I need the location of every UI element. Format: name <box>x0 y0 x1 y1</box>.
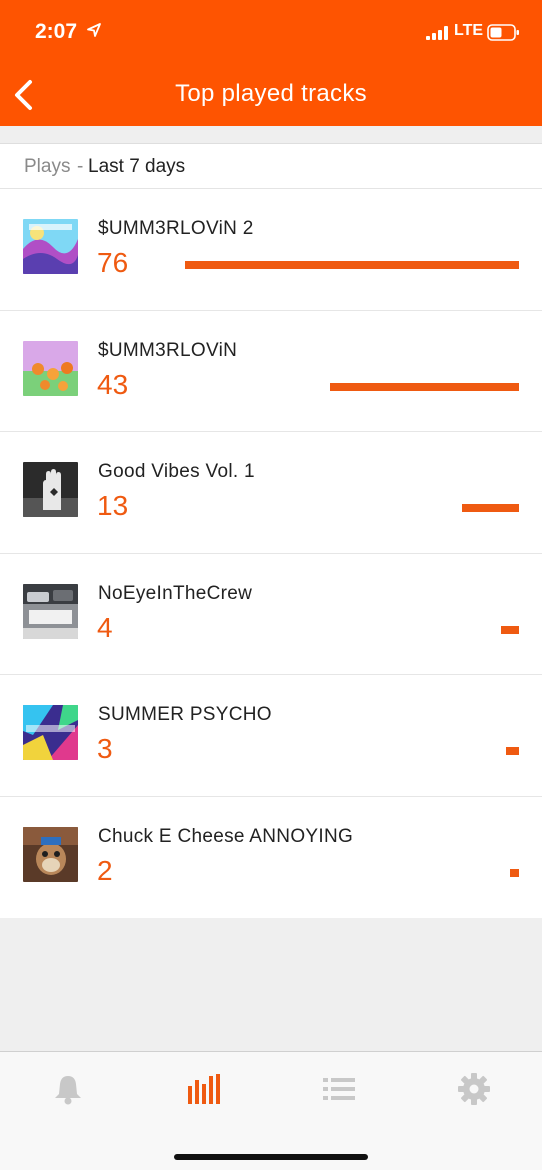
track-row[interactable]: NoEyeInTheCrew 4 <box>0 554 542 675</box>
bell-icon[interactable] <box>51 1072 85 1106</box>
page-title: Top played tracks <box>175 80 367 107</box>
gear-icon[interactable] <box>457 1072 491 1106</box>
play-count-bar <box>330 382 519 391</box>
track-title: Chuck E Cheese ANNOYING <box>98 825 354 847</box>
track-artwork <box>23 340 78 396</box>
play-count: 76 <box>97 247 129 278</box>
play-count: 43 <box>97 368 129 400</box>
play-count-bar <box>510 868 519 877</box>
network-type: LTE <box>454 22 484 39</box>
home-indicator <box>174 1154 368 1160</box>
play-count: 4 <box>97 611 113 643</box>
play-count-bar <box>501 625 519 634</box>
metric-label: Plays <box>24 156 71 177</box>
time-range-label[interactable]: Last 7 days <box>88 156 185 178</box>
track-title: NoEyeInTheCrew <box>98 582 253 604</box>
track-artwork <box>23 219 78 274</box>
track-list: $UMM3RLOViN 2 76 $UMM3RLOViN 43 Good Vib… <box>0 189 542 918</box>
list-icon[interactable] <box>322 1072 356 1106</box>
track-title: $UMM3RLOViN <box>98 339 238 361</box>
signal-icon <box>426 26 448 40</box>
track-artwork <box>23 583 78 639</box>
track-artwork <box>23 826 78 882</box>
track-artwork <box>23 462 78 517</box>
separator: - <box>77 156 84 177</box>
play-count-bar <box>462 504 519 512</box>
battery-icon <box>487 24 519 41</box>
tab-bar <box>0 1051 542 1170</box>
plays-filter-header[interactable]: Plays - Last 7 days <box>0 143 542 189</box>
track-title: $UMM3RLOViN 2 <box>98 218 254 239</box>
track-row[interactable]: Chuck E Cheese ANNOYING 2 <box>0 797 542 919</box>
track-row[interactable]: $UMM3RLOViN 43 <box>0 311 542 432</box>
play-count: 3 <box>97 733 113 764</box>
play-count-bar <box>506 747 519 755</box>
play-count: 13 <box>97 490 129 521</box>
app-header: 2:07 LTE Top played tracks <box>0 0 542 126</box>
track-row[interactable]: SUMMER PSYCHO 3 <box>0 675 542 797</box>
location-arrow-icon <box>87 23 101 37</box>
status-time: 2:07 <box>35 20 78 43</box>
play-count: 2 <box>97 854 113 886</box>
track-title: SUMMER PSYCHO <box>98 704 272 725</box>
track-artwork <box>23 705 78 760</box>
track-row[interactable]: Good Vibes Vol. 1 13 <box>0 432 542 554</box>
track-title: Good Vibes Vol. 1 <box>98 461 255 482</box>
track-row[interactable]: $UMM3RLOViN 2 76 <box>0 189 542 311</box>
play-count-bar <box>185 261 519 269</box>
stats-bars-icon[interactable] <box>187 1072 221 1106</box>
